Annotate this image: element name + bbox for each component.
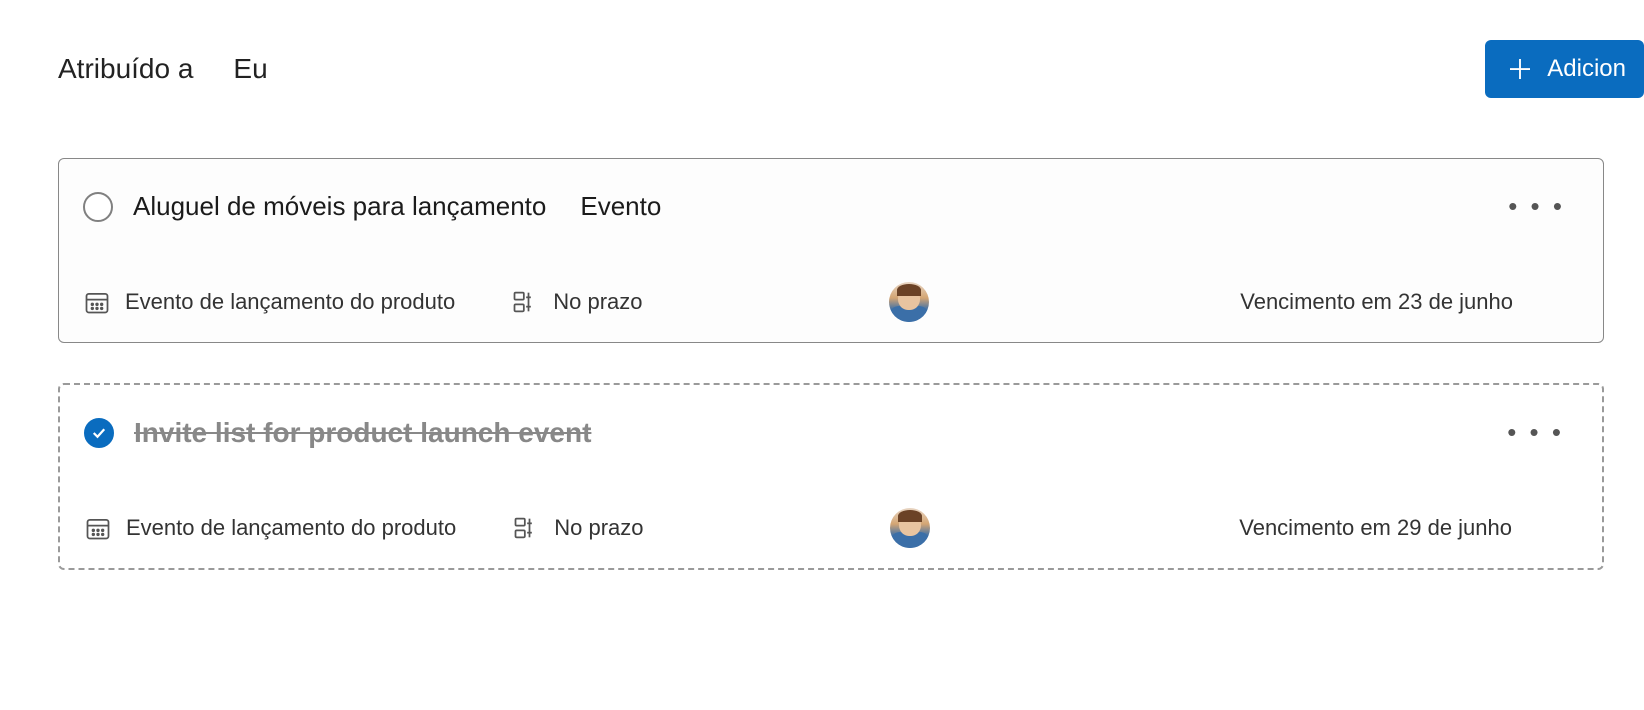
assignee-filter[interactable]: Eu [233, 53, 267, 85]
add-task-button[interactable]: Adicion [1485, 40, 1644, 98]
task-card[interactable]: Aluguel de móveis para lançamento Evento… [58, 158, 1604, 343]
board-icon [511, 288, 539, 316]
task-header: Aluguel de móveis para lançamento Evento… [83, 183, 1573, 230]
page-header: Atribuído a Eu Adicion [58, 40, 1604, 98]
assignee-avatar[interactable] [889, 282, 929, 322]
calendar-icon [83, 288, 111, 316]
calendar-icon [84, 514, 112, 542]
task-meta: Evento de lançamento do produto No prazo… [84, 508, 1572, 548]
assignee-avatar[interactable] [890, 508, 930, 548]
task-complete-checkbox[interactable] [83, 192, 113, 222]
task-status-label: No prazo [553, 289, 642, 315]
add-button-label: Adicion [1547, 55, 1626, 83]
task-title: Aluguel de móveis para lançamento [133, 191, 546, 222]
task-card[interactable]: Invite list for product launch event • •… [58, 383, 1604, 570]
task-header: Invite list for product launch event • •… [84, 409, 1572, 456]
task-meta: Evento de lançamento do produto No prazo… [83, 282, 1573, 322]
task-header-left: Aluguel de móveis para lançamento Evento [83, 191, 661, 222]
task-project[interactable]: Evento de lançamento do produto [84, 514, 456, 542]
task-status-label: No prazo [554, 515, 643, 541]
board-icon [512, 514, 540, 542]
task-complete-checkbox[interactable] [84, 418, 114, 448]
task-project-label: Evento de lançamento do produto [125, 289, 455, 315]
task-more-button[interactable]: • • • [1500, 183, 1573, 230]
task-project-label: Evento de lançamento do produto [126, 515, 456, 541]
task-due-date: Vencimento em 29 de junho [1239, 515, 1572, 541]
plus-icon [1505, 54, 1535, 84]
task-more-button[interactable]: • • • [1499, 409, 1572, 456]
task-title: Invite list for product launch event [134, 417, 591, 449]
header-title: Atribuído a [58, 53, 193, 85]
check-icon [90, 424, 108, 442]
task-tag: Evento [580, 191, 661, 222]
header-left: Atribuído a Eu [58, 53, 268, 85]
task-status[interactable]: No prazo [511, 288, 642, 316]
task-status[interactable]: No prazo [512, 514, 643, 542]
task-due-date: Vencimento em 23 de junho [1240, 289, 1573, 315]
task-project[interactable]: Evento de lançamento do produto [83, 288, 455, 316]
task-header-left: Invite list for product launch event [84, 417, 591, 449]
